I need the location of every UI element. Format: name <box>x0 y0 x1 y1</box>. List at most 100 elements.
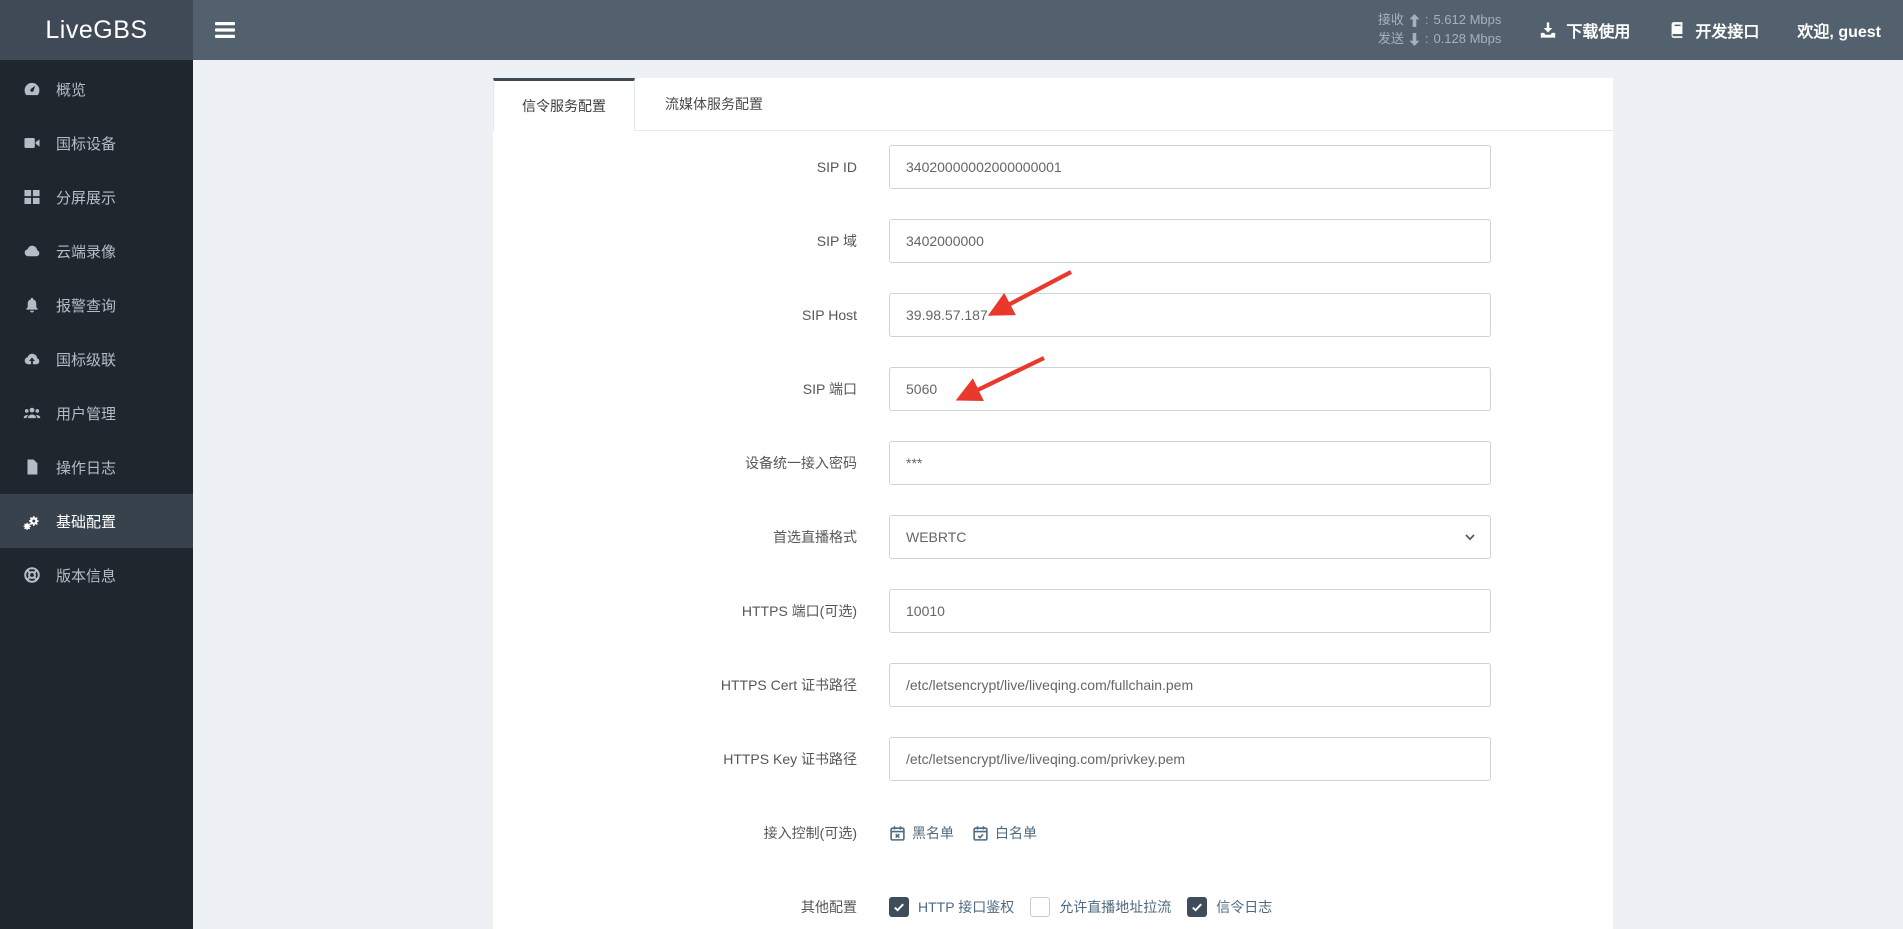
sidebar-item-分屏展示[interactable]: 分屏展示 <box>0 170 193 224</box>
sidebar-item-label: 分屏展示 <box>56 189 117 207</box>
https-port-label: HTTPS 端口(可选) <box>741 603 857 619</box>
download-icon <box>1539 21 1557 39</box>
sidebar-item-label: 概览 <box>56 81 87 99</box>
allow-url-pull-checkbox[interactable]: 允许直播地址拉流 <box>1030 897 1171 917</box>
device-access-password-control <box>889 441 1491 485</box>
form-row-preferred-live-format: 首选直播格式 WEBRTC <box>493 515 1613 559</box>
checked-checkbox-icon[interactable] <box>889 897 909 917</box>
sidebar-item-label: 报警查询 <box>56 297 117 315</box>
sidebar-item-基础配置[interactable]: 基础配置 <box>0 494 193 548</box>
sidebar-item-云端录像[interactable]: 云端录像 <box>0 224 193 278</box>
sip-port-control <box>889 367 1491 411</box>
blacklist-link[interactable]: 黑名单 <box>889 823 954 843</box>
preferred-live-format-control: WEBRTC <box>889 515 1491 559</box>
sidebar-item-国标级联[interactable]: 国标级联 <box>0 332 193 386</box>
sidebar-item-用户管理[interactable]: 用户管理 <box>0 386 193 440</box>
bell-icon <box>22 296 41 314</box>
download-link[interactable]: 下载使用 <box>1539 18 1630 42</box>
http-api-auth-checkbox[interactable]: HTTP 接口鉴权 <box>889 897 1014 917</box>
preferred-live-format-select[interactable]: WEBRTC <box>889 515 1491 559</box>
sip-id-input[interactable] <box>889 145 1491 189</box>
sidebar-item-label: 操作日志 <box>56 459 117 477</box>
https-cert-path-input[interactable] <box>889 663 1491 707</box>
sidebar-item-报警查询[interactable]: 报警查询 <box>0 278 193 332</box>
https-cert-path-label: HTTPS Cert 证书路径 <box>720 677 857 693</box>
sidebar-item-label: 基础配置 <box>56 513 117 531</box>
arrow-down-icon <box>1409 32 1420 46</box>
https-port-control <box>889 589 1491 633</box>
content-area: 信令服务配置流媒体服务配置 SIP ID SIP 域 SIP Host SIP 端口设… <box>193 60 1903 929</box>
sidebar-item-国标设备[interactable]: 国标设备 <box>0 116 193 170</box>
sidebar-toggle-button[interactable] <box>199 12 251 48</box>
sip-port-label: SIP 端口 <box>802 381 857 397</box>
network-stats: 接收 : 5.612 Mbps 发送 : 0.128 Mbps <box>1378 11 1502 49</box>
form-row-device-access-password: 设备统一接入密码 <box>493 441 1613 485</box>
sidebar-item-label: 国标设备 <box>56 135 117 153</box>
form-row-https-cert-path: HTTPS Cert 证书路径 <box>493 663 1613 707</box>
send-rate: 发送 : 0.128 Mbps <box>1378 30 1502 49</box>
cogs-icon <box>22 512 41 530</box>
sidebar-item-操作日志[interactable]: 操作日志 <box>0 440 193 494</box>
sip-id-label: SIP ID <box>816 159 857 175</box>
sip-host-input[interactable] <box>889 293 1491 337</box>
users-icon <box>22 404 41 422</box>
welcome-user[interactable]: 欢迎, guest <box>1797 18 1881 42</box>
hamburger-icon <box>215 22 235 38</box>
device-access-password-input[interactable] <box>889 441 1491 485</box>
sip-domain-input[interactable] <box>889 219 1491 263</box>
config-tabs: 信令服务配置 流媒体服务配置 <box>493 78 1613 131</box>
sip-domain-label: SIP 域 <box>816 233 857 249</box>
sip-host-control <box>889 293 1491 337</box>
form-row-access-control: 接入控制(可选) 黑名单 白名单 <box>493 811 1613 855</box>
file-icon <box>22 458 41 476</box>
tab-信令服务配置[interactable]: 信令服务配置 <box>493 78 635 131</box>
sidebar-item-label: 版本信息 <box>56 567 117 585</box>
cloud-icon <box>22 242 41 260</box>
stat-separator: : <box>1424 12 1429 28</box>
stat-separator: : <box>1424 31 1429 46</box>
send-label: 发送 <box>1377 31 1404 46</box>
sidebar-item-版本信息[interactable]: 版本信息 <box>0 548 193 602</box>
http-api-auth-label: HTTP 接口鉴权 <box>918 899 1015 915</box>
download-label: 下载使用 <box>1566 24 1631 41</box>
other-config-control: HTTP 接口鉴权 允许直播地址拉流 信令日志 <box>889 897 1491 917</box>
config-card: 信令服务配置流媒体服务配置 SIP ID SIP 域 SIP Host SIP 端口设… <box>493 78 1613 929</box>
dashboard-icon <box>22 80 41 98</box>
form-row-sip-id: SIP ID <box>493 145 1613 189</box>
sidebar-nav: 概览国标设备分屏展示云端录像报警查询国标级联用户管理操作日志基础配置版本信息 <box>0 60 193 929</box>
cloud-upload-icon <box>22 350 41 368</box>
book-icon <box>1668 21 1686 39</box>
api-docs-link[interactable]: 开发接口 <box>1668 18 1759 42</box>
form-row-sip-host: SIP Host <box>493 293 1613 337</box>
sidebar-item-label: 云端录像 <box>56 243 117 261</box>
whitelist-link[interactable]: 白名单 <box>972 823 1037 843</box>
sip-port-input[interactable] <box>889 367 1491 411</box>
checked-checkbox-icon[interactable] <box>1187 897 1208 917</box>
signaling-log-label: 信令日志 <box>1216 899 1273 915</box>
sip-id-control <box>889 145 1491 189</box>
https-key-path-control <box>889 737 1491 781</box>
access-control-label: 接入控制(可选) <box>763 825 857 841</box>
tab-流媒体服务配置[interactable]: 流媒体服务配置 <box>649 78 779 130</box>
receive-label: 接收 <box>1377 12 1404 28</box>
blacklist-label: 黑名单 <box>912 825 954 841</box>
unchecked-checkbox[interactable] <box>1030 897 1051 917</box>
brand-logo[interactable]: LiveGBS <box>0 0 193 60</box>
other-config-label: 其他配置 <box>801 899 857 915</box>
calendar-check-icon <box>972 825 989 842</box>
receive-rate: 接收 : 5.612 Mbps <box>1378 11 1502 30</box>
allow-url-pull-label: 允许直播地址拉流 <box>1059 899 1172 915</box>
https-key-path-input[interactable] <box>889 737 1491 781</box>
form-row-https-key-path: HTTPS Key 证书路径 <box>493 737 1613 781</box>
sidebar-item-label: 国标级联 <box>56 351 117 369</box>
signaling-log-checkbox[interactable]: 信令日志 <box>1187 897 1272 917</box>
send-value: 0.128 Mbps <box>1433 31 1502 46</box>
https-port-input[interactable] <box>889 589 1491 633</box>
preferred-live-format-value: WEBRTC <box>906 529 967 545</box>
preferred-live-format-label: 首选直播格式 <box>773 529 857 545</box>
sip-host-label: SIP Host <box>802 307 857 323</box>
device-access-password-label: 设备统一接入密码 <box>745 455 857 471</box>
signal-config-form: SIP ID SIP 域 SIP Host SIP 端口设备统一接入密码首选直播格式 W… <box>493 131 1613 929</box>
video-camera-icon <box>22 134 41 152</box>
sidebar-item-概览[interactable]: 概览 <box>0 62 193 116</box>
